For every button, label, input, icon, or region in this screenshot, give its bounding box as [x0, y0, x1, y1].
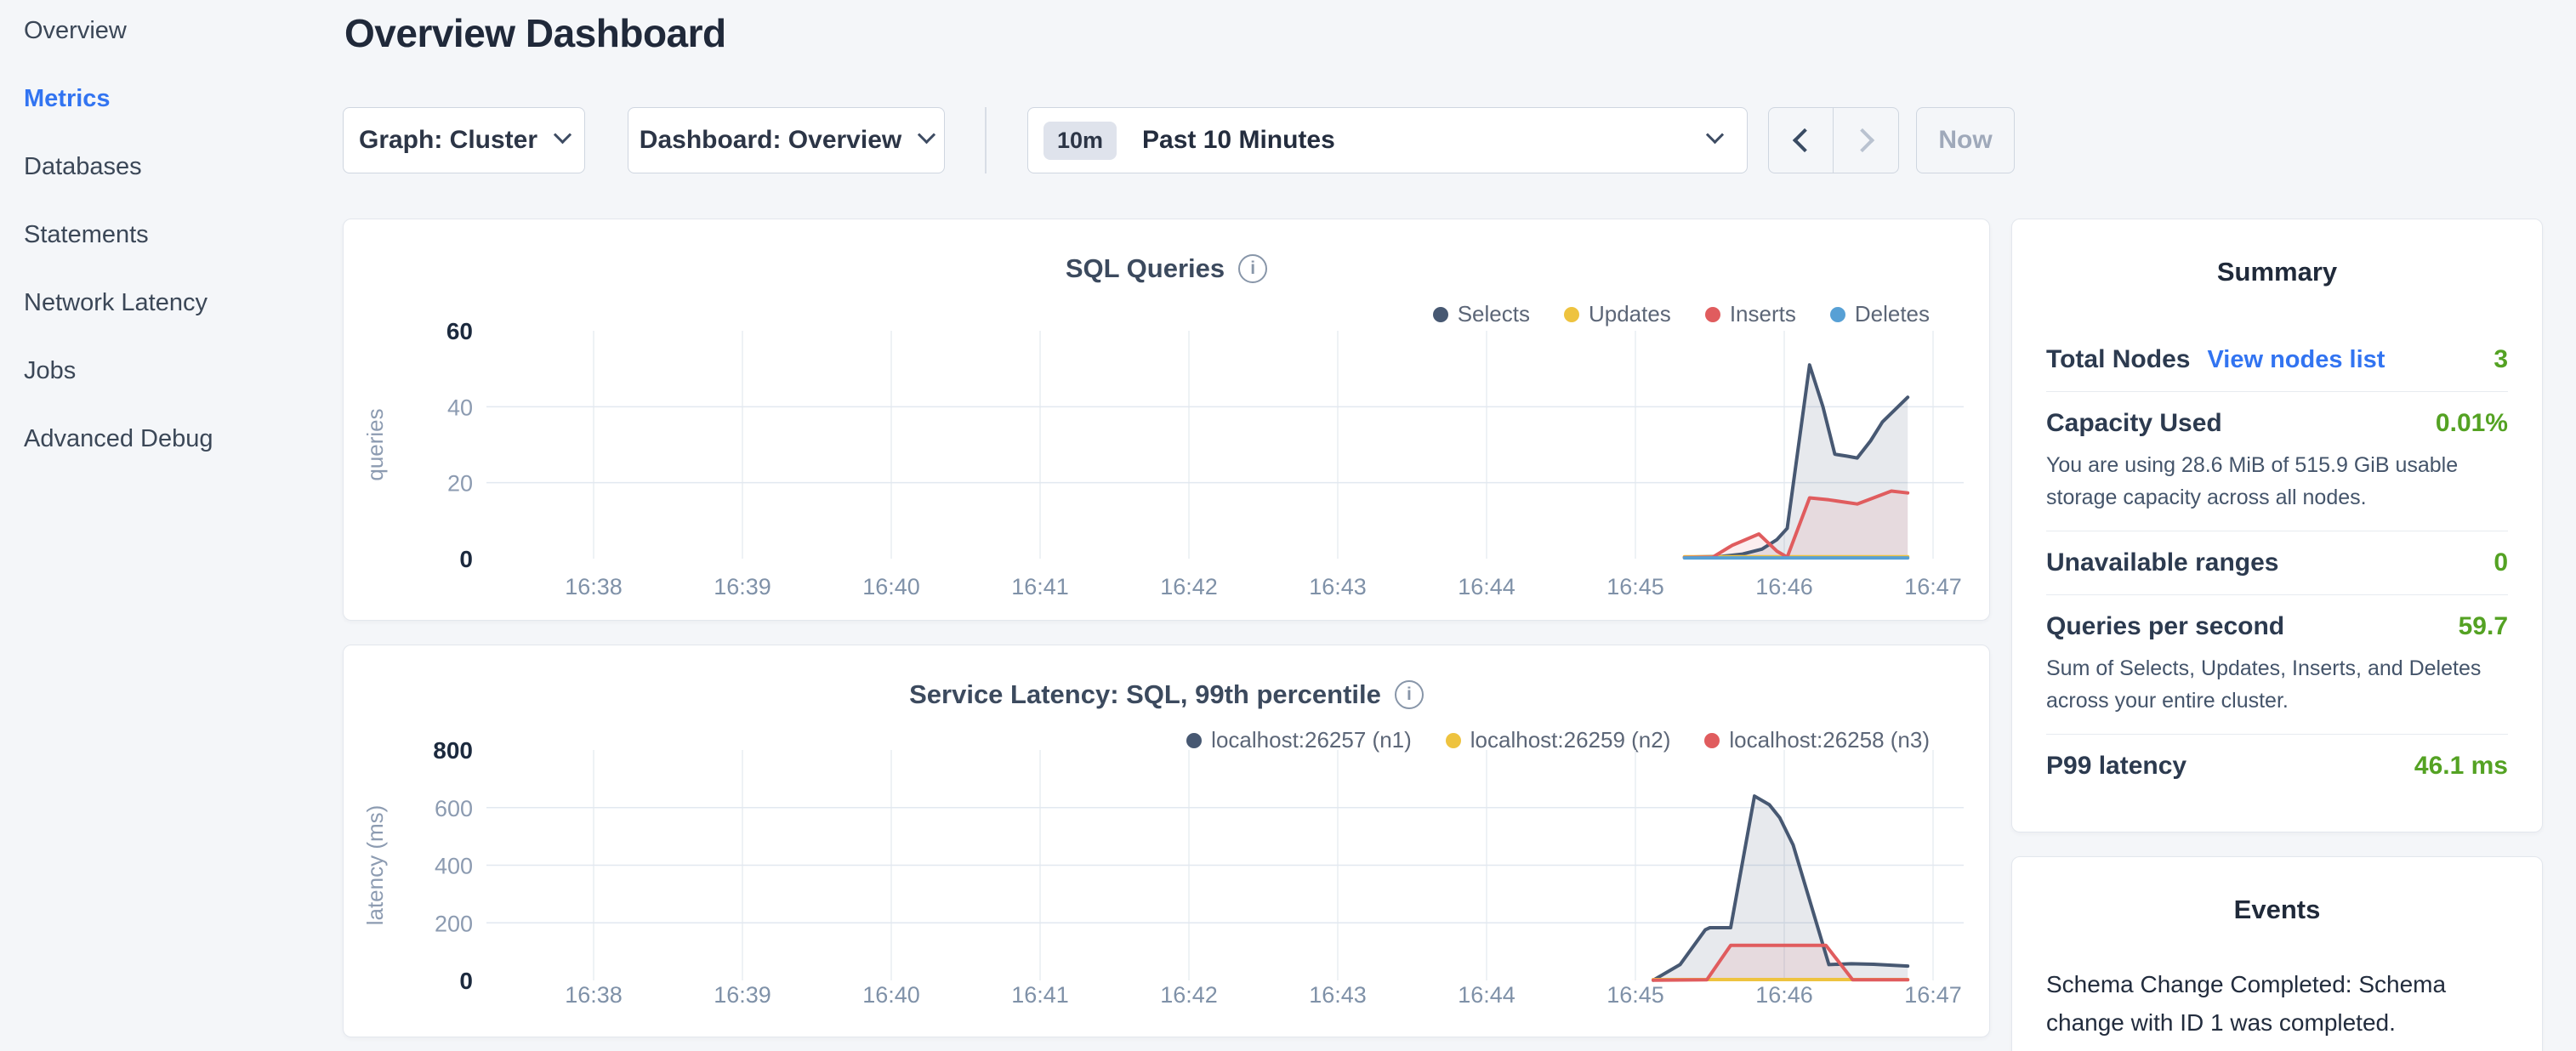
svg-text:400: 400 — [435, 854, 473, 879]
summary-row-unavailable-ranges: Unavailable ranges 0 — [2046, 531, 2508, 594]
svg-text:latency (ms): latency (ms) — [362, 805, 388, 926]
svg-text:16:40: 16:40 — [862, 574, 920, 599]
view-nodes-link[interactable]: View nodes list — [2207, 346, 2385, 374]
summary-row-total-nodes: Total Nodes View nodes list 3 — [2046, 328, 2508, 391]
svg-text:16:40: 16:40 — [862, 982, 920, 1008]
summary-row-qps: Queries per second 59.7 Sum of Selects, … — [2046, 595, 2508, 734]
event-item[interactable]: Schema Change Completed: Schema change w… — [2046, 966, 2508, 1051]
svg-text:16:46: 16:46 — [1755, 574, 1813, 599]
toolbar: Graph: Cluster Dashboard: Overview 10m P… — [340, 107, 2041, 173]
svg-text:200: 200 — [435, 911, 473, 936]
page-title: Overview Dashboard — [344, 10, 2041, 56]
svg-text:16:45: 16:45 — [1606, 982, 1664, 1008]
service-latency-plot[interactable]: 16:38 16:39 16:40 16:41 16:42 16:43 16:44 16:45… — [344, 645, 1991, 1038]
sidebar: Overview Metrics Databases Statements Ne… — [0, 0, 340, 1051]
qps-description: Sum of Selects, Updates, Inserts, and De… — [2046, 653, 2508, 717]
svg-text:16:42: 16:42 — [1160, 982, 1218, 1008]
chevron-left-icon — [1792, 128, 1816, 152]
svg-text:16:46: 16:46 — [1755, 982, 1813, 1008]
svg-text:16:41: 16:41 — [1011, 982, 1069, 1008]
app-root: Overview Metrics Databases Statements Ne… — [0, 0, 2576, 1051]
svg-text:16:42: 16:42 — [1160, 574, 1218, 599]
sidebar-item-databases[interactable]: Databases — [24, 153, 340, 221]
sql-queries-plot[interactable]: 16:38 16:39 16:40 16:41 16:42 16:43 16:44 16:45… — [344, 219, 1991, 622]
svg-text:16:47: 16:47 — [1904, 982, 1962, 1008]
svg-text:40: 40 — [447, 395, 473, 420]
p99-latency-value: 46.1 ms — [2414, 752, 2508, 781]
svg-text:16:47: 16:47 — [1904, 574, 1962, 599]
summary-row-p99: P99 latency 46.1 ms — [2046, 735, 2508, 798]
summary-panel: Summary Total Nodes View nodes list 3 Ca… — [2011, 219, 2543, 832]
main-content: Overview Dashboard Graph: Cluster Dashbo… — [340, 0, 2041, 56]
time-range-dropdown[interactable]: 10m Past 10 Minutes — [1027, 107, 1748, 173]
time-pager — [1768, 107, 1899, 173]
now-button: Now — [1916, 107, 2015, 173]
capacity-description: You are using 28.6 MiB of 515.9 GiB usab… — [2046, 450, 2508, 514]
dashboard-label: Dashboard: Overview — [640, 126, 901, 155]
svg-text:16:43: 16:43 — [1309, 574, 1367, 599]
svg-text:16:39: 16:39 — [714, 982, 771, 1008]
time-range-label: Past 10 Minutes — [1142, 126, 1335, 155]
svg-text:16:43: 16:43 — [1309, 982, 1367, 1008]
right-column: Summary Total Nodes View nodes list 3 Ca… — [2011, 219, 2543, 1051]
time-range-badge: 10m — [1043, 122, 1117, 160]
service-latency-chart-panel[interactable]: Service Latency: SQL, 99th percentile i … — [343, 645, 1990, 1037]
svg-text:16:38: 16:38 — [565, 982, 623, 1008]
sidebar-item-network-latency[interactable]: Network Latency — [24, 289, 340, 357]
svg-text:queries: queries — [362, 408, 388, 480]
dashboard-dropdown[interactable]: Dashboard: Overview — [628, 107, 945, 173]
summary-row-capacity: Capacity Used 0.01% You are using 28.6 M… — [2046, 392, 2508, 531]
sidebar-item-statements[interactable]: Statements — [24, 221, 340, 289]
svg-text:0: 0 — [459, 968, 473, 994]
svg-text:60: 60 — [446, 318, 473, 344]
graph-scope-dropdown[interactable]: Graph: Cluster — [343, 107, 585, 173]
chevron-down-icon — [1706, 126, 1724, 144]
summary-title: Summary — [2046, 257, 2508, 287]
svg-text:600: 600 — [435, 796, 473, 821]
qps-value: 59.7 — [2459, 612, 2508, 641]
capacity-used-value: 0.01% — [2436, 409, 2508, 438]
graph-scope-label: Graph: Cluster — [359, 126, 537, 155]
time-back-button[interactable] — [1769, 108, 1834, 173]
sql-queries-chart-panel[interactable]: SQL Queries i Selects Updates Inserts De… — [343, 219, 1990, 621]
events-title: Events — [2046, 895, 2508, 925]
total-nodes-value: 3 — [2494, 345, 2508, 374]
svg-text:16:44: 16:44 — [1458, 982, 1515, 1008]
toolbar-divider — [985, 107, 987, 173]
svg-text:16:41: 16:41 — [1011, 574, 1069, 599]
unavailable-ranges-value: 0 — [2494, 548, 2508, 577]
sidebar-item-metrics[interactable]: Metrics — [24, 85, 340, 153]
chevron-down-icon — [918, 126, 935, 144]
events-panel: Events Schema Change Completed: Schema c… — [2011, 856, 2543, 1051]
svg-text:16:38: 16:38 — [565, 574, 623, 599]
svg-text:800: 800 — [433, 737, 473, 764]
time-forward-button — [1834, 108, 1898, 173]
sidebar-item-overview[interactable]: Overview — [24, 17, 340, 85]
chevron-right-icon — [1851, 128, 1874, 152]
svg-text:20: 20 — [447, 471, 473, 497]
svg-text:16:39: 16:39 — [714, 574, 771, 599]
chevron-down-icon — [554, 126, 571, 144]
event-text: Schema Change Completed: Schema change w… — [2046, 966, 2454, 1042]
sidebar-item-jobs[interactable]: Jobs — [24, 357, 340, 425]
svg-text:0: 0 — [459, 546, 473, 572]
sidebar-item-advanced-debug[interactable]: Advanced Debug — [24, 425, 340, 493]
svg-text:16:45: 16:45 — [1606, 574, 1664, 599]
svg-text:16:44: 16:44 — [1458, 574, 1515, 599]
